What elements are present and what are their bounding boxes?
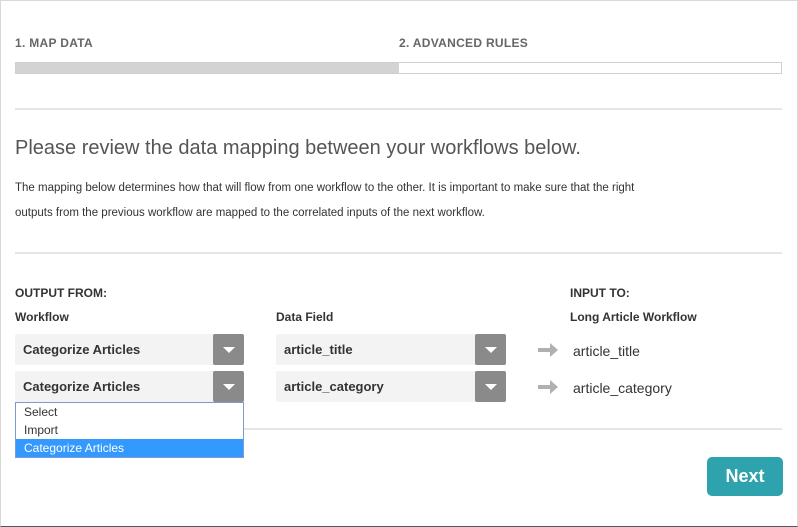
progress-bar xyxy=(15,62,782,74)
step-advanced-rules: 2. ADVANCED RULES xyxy=(399,36,529,50)
data-field-select[interactable]: article_title xyxy=(276,334,506,365)
description: The mapping below determines how that wi… xyxy=(15,176,785,226)
dropdown-option[interactable]: Select xyxy=(16,403,243,421)
description-line: The mapping below determines how that wi… xyxy=(15,182,635,194)
step-map-data: 1. MAP DATA xyxy=(15,36,93,50)
output-from-title: OUTPUT FROM: xyxy=(15,286,107,300)
input-field-name: article_category xyxy=(573,380,672,396)
chevron-down-icon[interactable] xyxy=(213,371,244,402)
divider xyxy=(15,108,782,110)
divider xyxy=(15,252,782,254)
chevron-down-icon[interactable] xyxy=(213,334,244,365)
data-field-select[interactable]: article_category xyxy=(276,371,506,402)
workflow-select[interactable]: Categorize Articles xyxy=(15,371,244,402)
description-line: outputs from the previous workflow are m… xyxy=(15,207,485,219)
input-workflow-name: Long Article Workflow xyxy=(570,310,697,324)
data-field-column-label: Data Field xyxy=(276,310,334,324)
workflow-select-value: Categorize Articles xyxy=(23,379,141,394)
chevron-down-icon[interactable] xyxy=(475,334,506,365)
progress-fill xyxy=(16,63,399,73)
page-title: Please review the data mapping between y… xyxy=(15,137,581,159)
dropdown-option[interactable]: Import xyxy=(16,421,243,439)
workflow-select[interactable]: Categorize Articles xyxy=(15,334,244,365)
workflow-select-value: Categorize Articles xyxy=(23,342,141,357)
input-to-title: INPUT TO: xyxy=(570,286,630,300)
workflow-column-label: Workflow xyxy=(15,310,69,324)
input-field-name: article_title xyxy=(573,343,640,359)
data-field-select-value: article_title xyxy=(284,342,353,357)
arrow-right-icon xyxy=(538,343,558,357)
workflow-dropdown-list[interactable]: Select Import Categorize Articles xyxy=(15,402,244,458)
arrow-right-icon xyxy=(538,380,558,394)
data-field-select-value: article_category xyxy=(284,379,384,394)
dropdown-option-selected[interactable]: Categorize Articles xyxy=(16,439,243,457)
next-button[interactable]: Next xyxy=(707,457,783,496)
chevron-down-icon[interactable] xyxy=(475,371,506,402)
